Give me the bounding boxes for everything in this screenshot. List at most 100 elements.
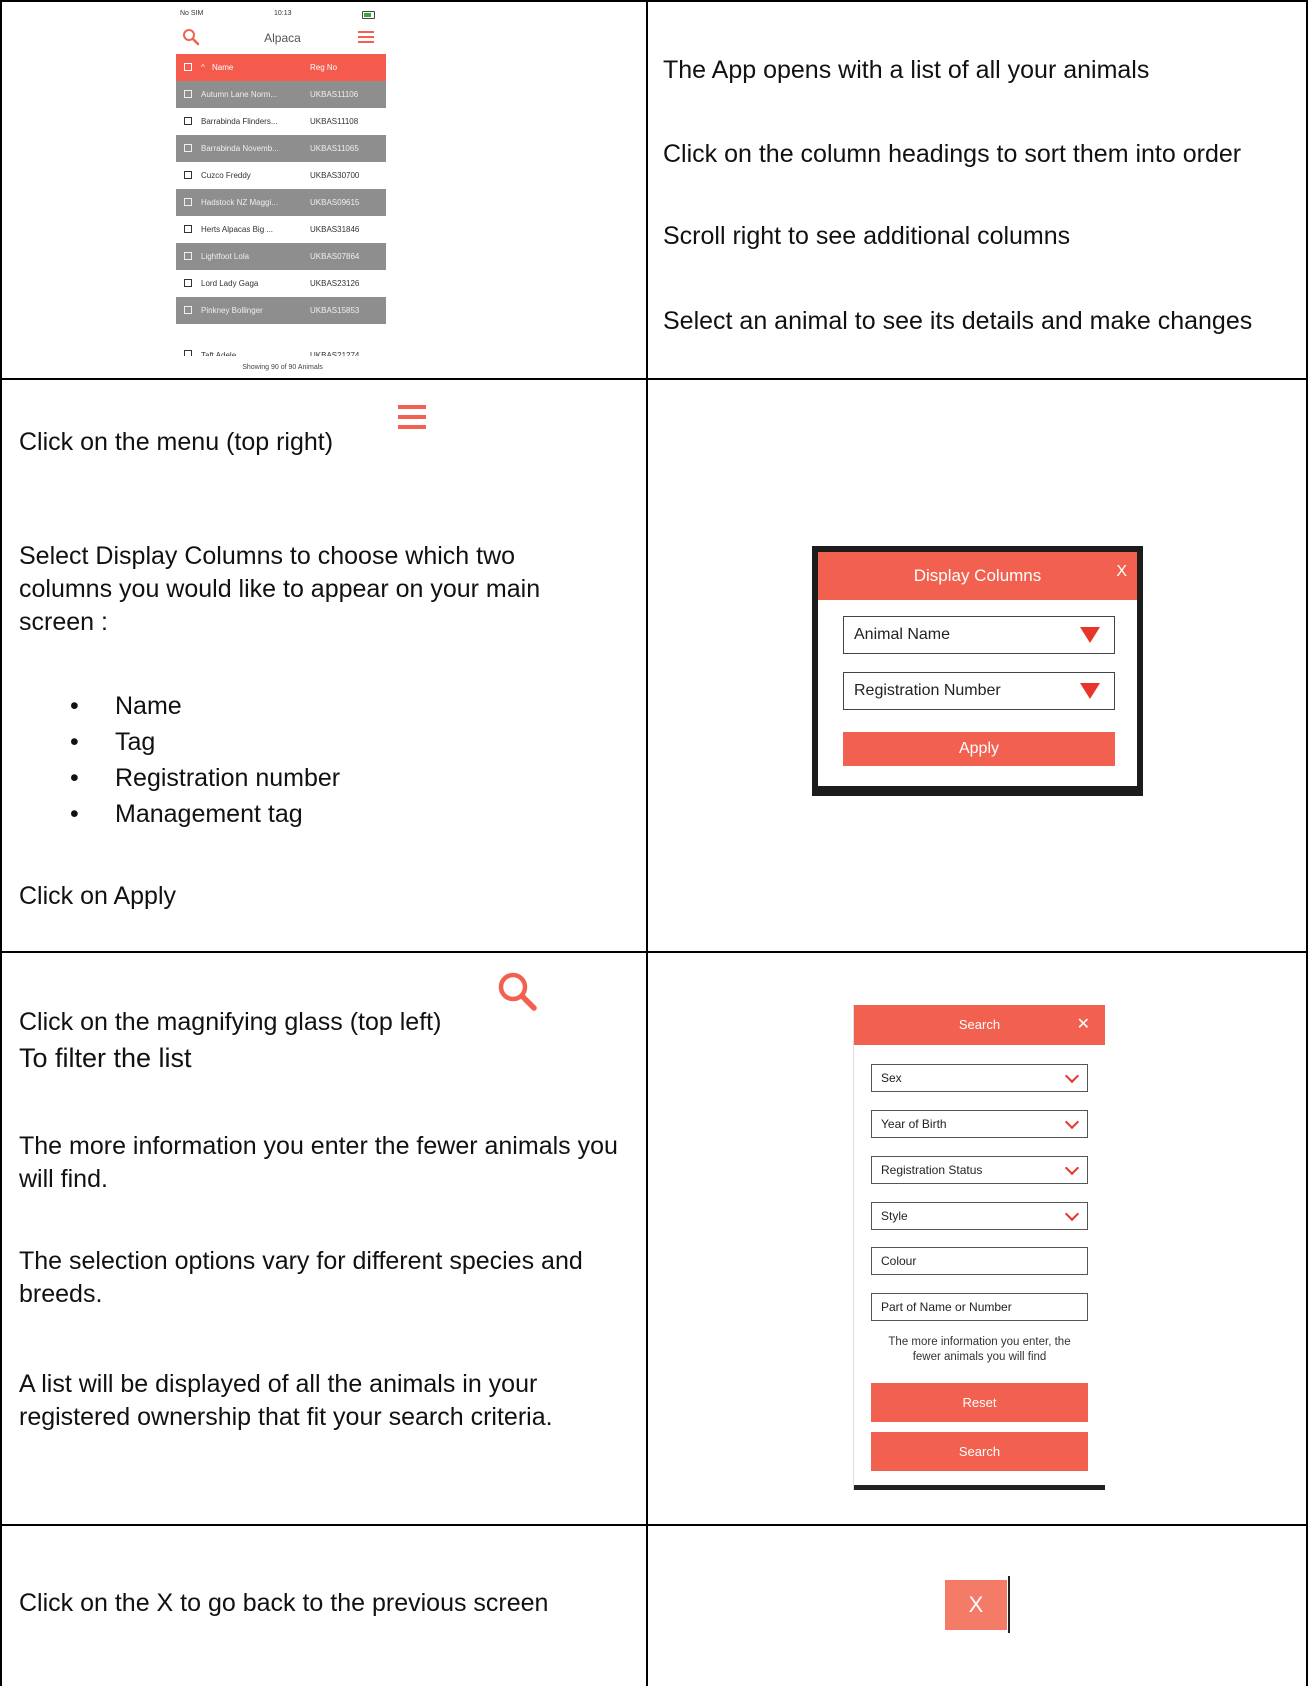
filter-instruction: To filter the list <box>19 1043 192 1073</box>
animal-name: Taft Adele <box>201 351 237 356</box>
animal-name: Pinkney Bollinger <box>201 306 263 315</box>
row-checkbox[interactable] <box>184 198 192 206</box>
column-header-name[interactable]: Name <box>212 54 233 81</box>
select-all-checkbox[interactable] <box>184 63 192 71</box>
carrier-label: No SIM <box>180 10 204 17</box>
chevron-down-icon <box>1064 1206 1080 1222</box>
table-row-divider-3 <box>0 1524 1308 1526</box>
row-checkbox[interactable] <box>184 117 192 125</box>
row-checkbox[interactable] <box>184 225 192 233</box>
chevron-down-icon <box>1064 1160 1080 1176</box>
menu-instruction: Click on the menu (top right) <box>19 428 334 456</box>
search-hint-text: The more information you enter, the fewe… <box>854 1335 1105 1365</box>
dialog-title: Display Columns <box>913 566 1042 585</box>
row-checkbox[interactable] <box>184 252 192 260</box>
table-row-divider-1 <box>0 378 1308 380</box>
dialog-bottom-edge <box>854 1485 1105 1490</box>
animal-name: Autumn Lane Norm... <box>201 90 278 99</box>
close-icon[interactable]: X <box>1116 552 1127 592</box>
list-item[interactable]: Pinkney Bollinger UKBAS15853 <box>176 297 386 324</box>
list-item: Management tag <box>70 796 340 832</box>
close-button[interactable]: X <box>945 1580 1007 1630</box>
list-item[interactable]: Barrabinda Novemb... UKBAS11065 <box>176 135 386 162</box>
search-icon <box>498 972 537 1011</box>
animal-reg: UKBAS21274 <box>310 351 360 356</box>
animal-reg: UKBAS15853 <box>310 306 360 315</box>
search-button[interactable]: Search <box>871 1432 1088 1471</box>
row-checkbox[interactable] <box>184 90 192 98</box>
select-value: Sex <box>881 1071 902 1085</box>
list-item[interactable]: Autumn Lane Norm... UKBAS11106 <box>176 81 386 108</box>
list-item[interactable]: Taft Adele UKBAS21274 <box>176 346 386 356</box>
animal-reg: UKBAS31846 <box>310 225 360 234</box>
column-select-1[interactable]: Animal Name <box>843 616 1115 654</box>
hint-line: The more information you enter, the fewe… <box>888 1336 1071 1363</box>
style-select[interactable]: Style <box>871 1202 1088 1230</box>
animal-name: Lord Lady Gaga <box>201 279 259 288</box>
colour-input[interactable]: Colour <box>871 1247 1088 1275</box>
row-checkbox[interactable] <box>184 350 192 356</box>
divider <box>1008 1576 1010 1633</box>
dialog-header: Search ✕ <box>854 1005 1105 1045</box>
animal-reg: UKBAS11108 <box>310 117 359 126</box>
table-border-top <box>0 0 1308 2</box>
sex-select[interactable]: Sex <box>871 1064 1088 1092</box>
year-of-birth-select[interactable]: Year of Birth <box>871 1110 1088 1138</box>
back-instruction: Click on the X to go back to the previou… <box>19 1589 549 1617</box>
list-item: Registration number <box>70 760 340 796</box>
column-options-list: Name Tag Registration number Management … <box>70 688 340 832</box>
menu-icon[interactable] <box>358 30 374 44</box>
animal-name: Barrabinda Novemb... <box>201 144 279 153</box>
intro-line-3: Scroll right to see additional columns <box>663 222 1071 250</box>
dropdown-arrow-icon <box>1080 627 1100 643</box>
reset-button[interactable]: Reset <box>871 1383 1088 1422</box>
list-header-row: ^ Name Reg No <box>176 54 386 81</box>
list-item[interactable]: Herts Alpacas Big ... UKBAS31846 <box>176 216 386 243</box>
animal-reg: UKBAS11106 <box>310 90 359 99</box>
search-dialog-screenshot: Search ✕ Sex Year of Birth Registration … <box>853 1005 1105 1490</box>
animal-name: Hadstock NZ Maggi... <box>201 198 278 207</box>
animal-name: Herts Alpacas Big ... <box>201 225 274 234</box>
list-item[interactable]: Hadstock NZ Maggi... UKBAS09615 <box>176 189 386 216</box>
close-icon[interactable]: ✕ <box>1077 1005 1090 1045</box>
dialog-header: Display Columns X <box>818 552 1137 600</box>
column-select-2[interactable]: Registration Number <box>843 672 1115 710</box>
magnify-instruction: Click on the magnifying glass (top left) <box>19 1008 442 1036</box>
app-header: Alpaca <box>176 24 389 54</box>
select-value: Registration Number <box>854 682 1001 699</box>
row-checkbox[interactable] <box>184 306 192 314</box>
menu-icon <box>398 405 426 429</box>
column-header-reg[interactable]: Reg No <box>310 54 337 81</box>
animal-name: Lightfoot Lola <box>201 252 250 261</box>
select-value: Registration Status <box>881 1163 983 1177</box>
sort-ascending-icon[interactable]: ^ <box>201 54 205 81</box>
list-item[interactable]: Lord Lady Gaga UKBAS23126 <box>176 270 386 297</box>
name-or-number-input[interactable]: Part of Name or Number <box>871 1293 1088 1321</box>
list-count-footer: Showing 90 of 90 Animals <box>242 364 323 371</box>
table-column-divider <box>646 0 648 1686</box>
select-value: Style <box>881 1209 908 1223</box>
row-checkbox[interactable] <box>184 279 192 287</box>
input-placeholder: Part of Name or Number <box>881 1300 1012 1314</box>
apply-button[interactable]: Apply <box>843 732 1115 766</box>
display-columns-instruction: Select Display Columns to choose which t… <box>19 542 541 636</box>
select-value: Year of Birth <box>881 1117 947 1131</box>
row-checkbox[interactable] <box>184 144 192 152</box>
select-value: Animal Name <box>854 626 951 643</box>
options-vary-text: The selection options vary for different… <box>19 1247 583 1308</box>
display-columns-dialog-screenshot: Display Columns X Animal Name Registrati… <box>812 546 1143 796</box>
animal-name: Barrabinda Flinders... <box>201 117 278 126</box>
intro-line-4: Select an animal to see its details and … <box>663 307 1253 335</box>
list-item[interactable]: Cuzco Freddy UKBAS30700 <box>176 162 386 189</box>
chevron-down-icon <box>1064 1068 1080 1084</box>
list-item[interactable]: Lightfoot Lola UKBAS07864 <box>176 243 386 270</box>
row-checkbox[interactable] <box>184 171 192 179</box>
list-item: Tag <box>70 724 340 760</box>
animal-reg: UKBAS23126 <box>310 279 360 288</box>
animal-reg: UKBAS09615 <box>310 198 360 207</box>
registration-status-select[interactable]: Registration Status <box>871 1156 1088 1184</box>
dialog-title: Search <box>958 1017 1001 1032</box>
intro-line-2: Click on the column headings to sort the… <box>663 140 1242 168</box>
dropdown-arrow-icon <box>1080 683 1100 699</box>
list-item[interactable]: Barrabinda Flinders... UKBAS11108 <box>176 108 386 135</box>
